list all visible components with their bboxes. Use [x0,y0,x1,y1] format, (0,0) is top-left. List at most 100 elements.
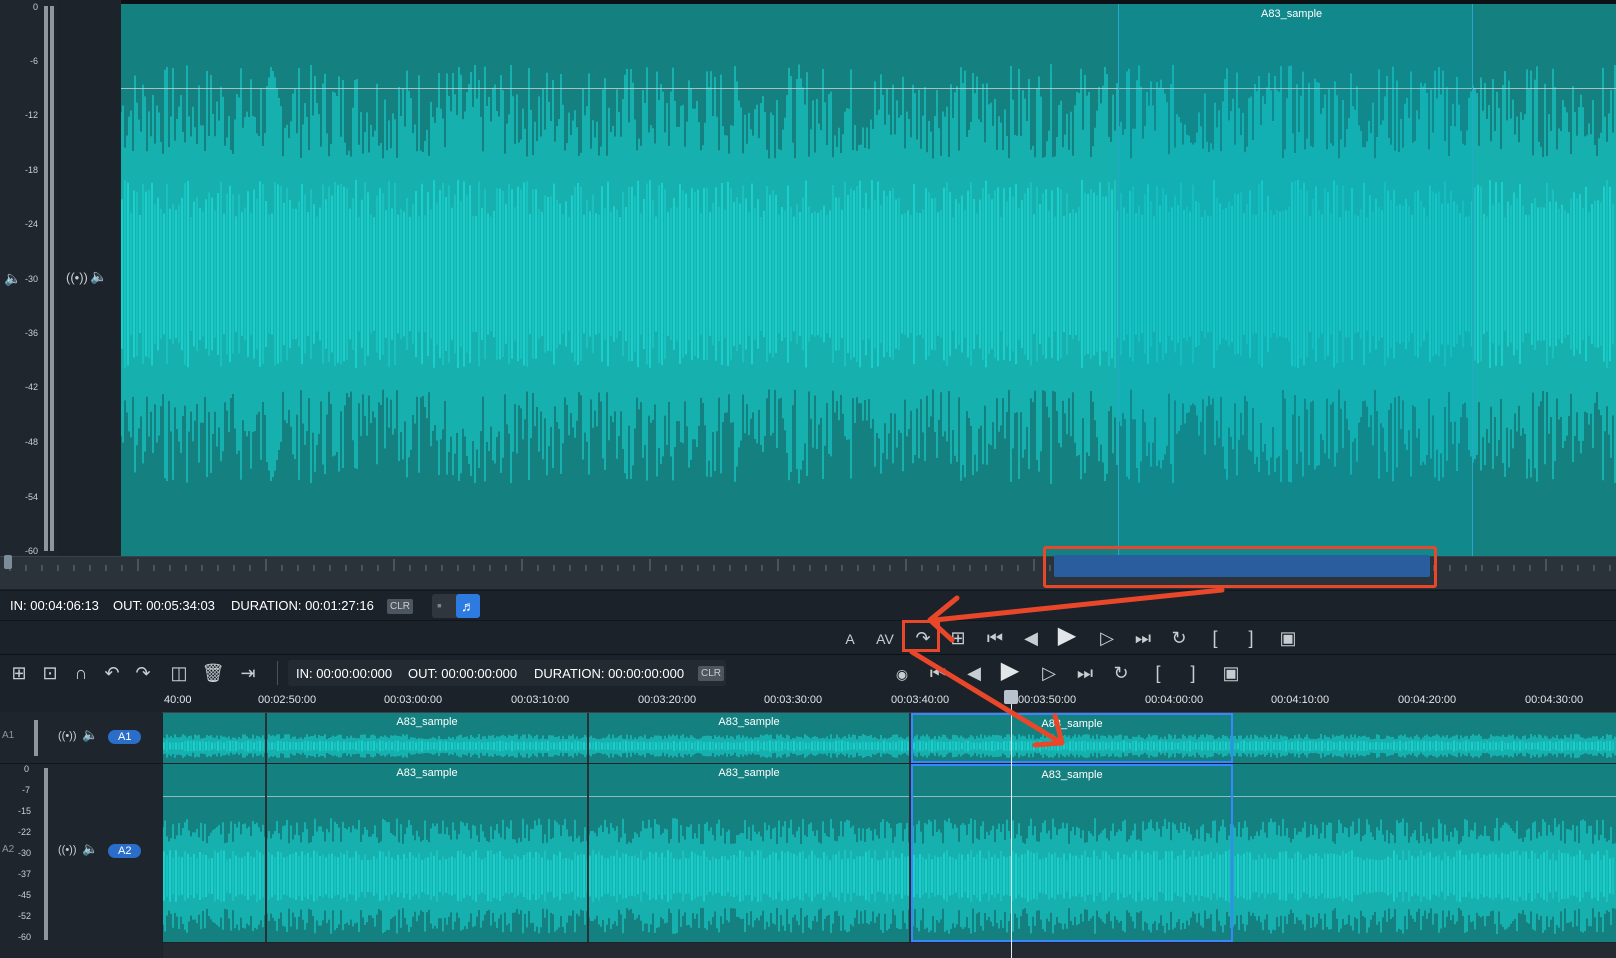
step-back-icon[interactable]: ◀ [961,663,987,683]
track-a2-button[interactable]: A2 [108,844,142,858]
step-forward-icon[interactable]: ▷ [1036,663,1062,683]
clip-name: A83_sample [1041,769,1103,781]
audio-video-icon[interactable]: AV [872,629,898,649]
mark-in-icon[interactable]: [ [1145,663,1171,683]
ripple-icon[interactable]: ⇥ [235,663,261,683]
in-point-label: IN: 00:04:06:13 [10,598,99,613]
track-a2[interactable]: A83_sample A83_sample A83_sample [163,764,1616,942]
audio-only-icon[interactable]: A [837,629,863,649]
broadcast-icon[interactable]: ((•)) [66,270,88,285]
clip[interactable]: A83_sample [267,713,589,763]
clip[interactable]: A83_sample [589,713,911,763]
skip-start-icon[interactable]: ⏮ [982,628,1008,648]
viewer-waveform[interactable]: A83_sample [121,0,1616,556]
ruler-label: 00:03:10:00 [511,694,570,706]
selection-region[interactable] [1118,4,1473,556]
ruler-label: 00:04:20:00 [1398,694,1457,706]
out-point-label: OUT: 00:05:34:03 [113,598,215,613]
step-back-icon[interactable]: ◀ [1018,628,1044,648]
loop-icon[interactable]: ↻ [1166,628,1192,648]
track-meter [44,768,48,940]
playhead-handle[interactable] [1004,690,1018,704]
redo-icon[interactable]: ↷ [130,663,156,683]
view-mode-toggle[interactable]: ▪ ♬ [432,594,480,618]
speaker-icon[interactable]: 🔈 [90,268,107,285]
timeline-ruler[interactable]: 40:00 00:02:50:00 00:03:00:00 00:03:10:0… [162,690,1616,713]
clear-button[interactable]: CLR [698,666,725,681]
db-tick: -22 [18,827,32,837]
track-header-a2: A2 0 -7 -15 -22 -30 -37 -45 -52 -60 ((•)… [0,764,162,944]
clip-selected[interactable]: A83_sample [911,713,1233,763]
divider [277,661,278,685]
ruler-label: 00:02:50:00 [258,694,317,706]
clip-selected[interactable]: A83_sample [911,764,1233,942]
ruler-label: 00:04:30:00 [1525,694,1584,706]
magnet-icon[interactable]: ∩ [68,663,94,683]
mark-out-icon[interactable]: ] [1238,628,1264,648]
ruler-label: 00:03:20:00 [638,694,697,706]
snapshot-icon[interactable]: ▣ [1218,663,1244,683]
db-tick: -18 [24,165,38,175]
undo-icon[interactable]: ↶ [99,663,125,683]
loop-icon[interactable]: ↻ [1108,663,1134,683]
split-icon[interactable]: ◫ [166,663,192,683]
speaker-icon[interactable]: 🔈 [82,727,98,743]
viewer-transport: A AV ↷ ⊞ ⏮ ◀ ▶ ▷ ⏭ ↻ [ ] ▣ [0,620,1616,655]
db-tick: -42 [24,382,38,392]
duration-label: DURATION: 00:00:00:000 [534,666,685,681]
clip[interactable] [163,764,267,942]
db-tick: -37 [18,869,32,879]
ruler-label: 00:04:00:00 [1145,694,1204,706]
play-icon[interactable]: ▶ [997,659,1023,683]
in-point-label: IN: 00:00:00:000 [296,666,393,681]
ruler-label: 00:03:30:00 [764,694,823,706]
broadcast-icon[interactable]: ((•)) [58,844,77,856]
overwrite-clip-icon[interactable]: ⊞ [945,628,971,648]
db-tick: -7 [22,785,31,795]
meter-right [50,6,54,551]
scrubber-start-handle[interactable] [4,555,12,569]
video-camera-icon[interactable]: ▪ [437,597,442,613]
ruler-label: 40:00 [164,694,192,706]
step-forward-icon[interactable]: ▷ [1094,628,1120,648]
clip-name: A83_sample [718,767,780,779]
clip[interactable]: A83_sample [589,764,911,942]
clip-name: A83_sample [718,716,780,728]
ruler-label: 00:03:40:00 [891,694,950,706]
level-meter [44,6,56,551]
ruler-label: 00:03:50:00 [1018,694,1077,706]
clip-name: A83_sample [1261,8,1323,20]
clip-name: A83_sample [1041,718,1103,730]
clip[interactable] [163,713,267,763]
db-tick: -60 [24,546,38,556]
audio-waveform-icon[interactable]: ♬ [456,594,480,618]
timeline-toolbar: ⊞ ⊡ ∩ ↶ ↷ ◫ 🗑 ⇥ IN: 00:00:00:000 OUT: 00… [0,654,1616,691]
db-tick: -52 [18,911,32,921]
track-a1-button[interactable]: A1 [108,730,142,744]
playhead[interactable] [1011,690,1012,958]
db-tick: -24 [24,219,38,229]
skip-end-icon[interactable]: ⏭ [1130,628,1156,648]
trash-icon[interactable]: 🗑 [200,663,226,683]
broadcast-icon[interactable]: ((•)) [58,730,77,742]
record-icon[interactable]: ◉ [889,664,915,684]
mark-out-icon[interactable]: ] [1180,663,1206,683]
mark-in-icon[interactable]: [ [1202,628,1228,648]
add-track-icon[interactable]: ⊞ [6,663,32,683]
play-icon[interactable]: ▶ [1054,624,1080,648]
track-header-a1: A1 ((•)) 🔈 A1 [0,712,162,764]
out-point-label: OUT: 00:00:00:000 [408,666,518,681]
db-scale: 0 -6 -12 -18 -24 -30 -36 -42 -48 -54 -60… [0,0,44,556]
skip-end-icon[interactable]: ⏭ [1072,663,1098,683]
snapshot-icon[interactable]: ▣ [1275,628,1301,648]
clear-button[interactable]: CLR [387,599,414,614]
speaker-icon[interactable]: 🔈 [4,270,21,287]
skip-start-icon[interactable]: ⏮ [925,663,951,683]
clip[interactable]: A83_sample [267,764,589,942]
timeline-info-box: IN: 00:00:00:000 OUT: 00:00:00:000 DURAT… [288,660,726,686]
track-a1[interactable]: A83_sample A83_sample A83_sample [163,713,1616,763]
viewer-info-bar: IN: 00:04:06:13 OUT: 00:05:34:03 DURATIO… [0,590,1616,621]
speaker-icon[interactable]: 🔈 [82,841,98,857]
trim-icon[interactable]: ⊡ [37,663,63,683]
timeline-scrollbar[interactable] [163,943,1616,958]
